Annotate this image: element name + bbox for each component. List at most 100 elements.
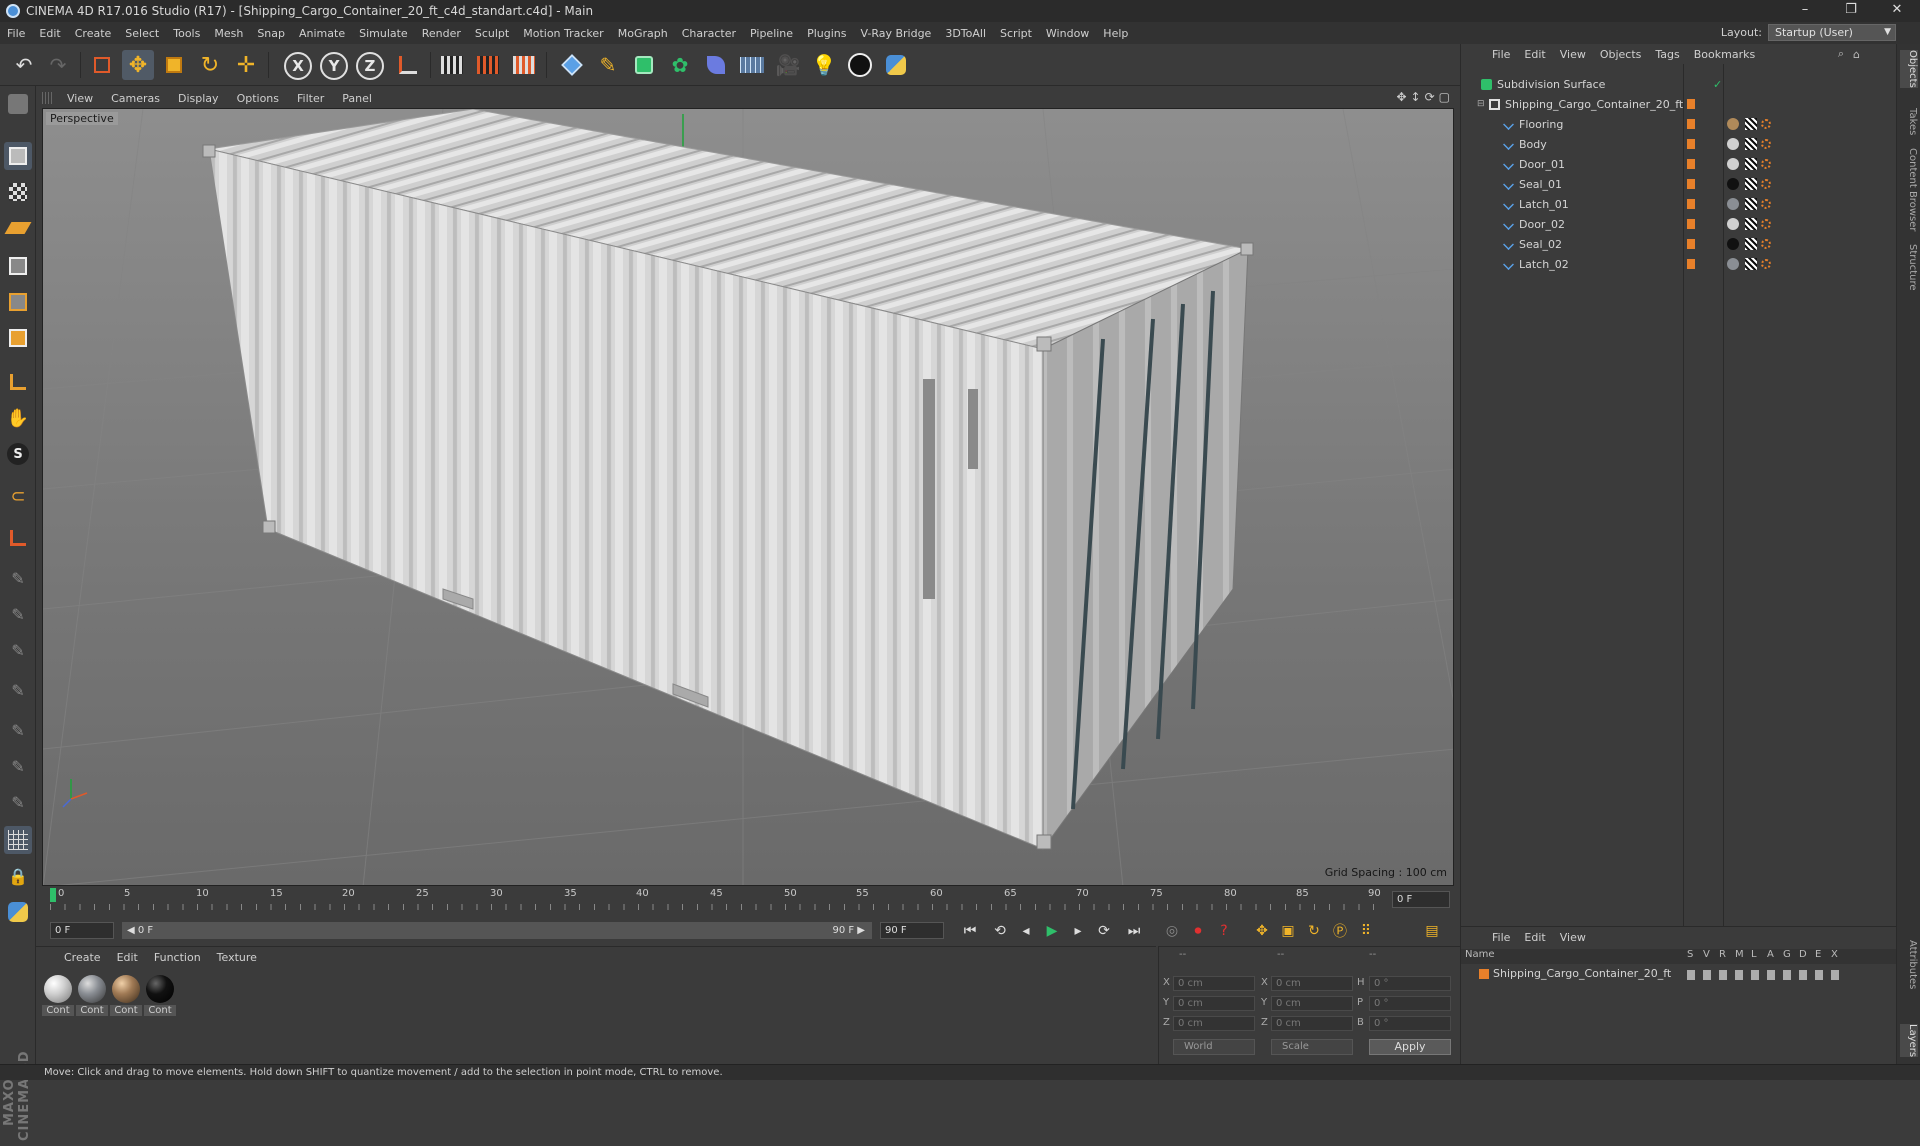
objects-menu-view[interactable]: View <box>1553 48 1593 61</box>
play-button[interactable]: ▶ <box>1040 920 1064 942</box>
rot-p-field[interactable]: 0 ° <box>1369 996 1451 1011</box>
sculpt-knife-button[interactable]: ✎ <box>4 752 32 780</box>
axis-mode-button[interactable] <box>4 368 32 396</box>
end-frame-field[interactable]: 90 F <box>880 922 944 939</box>
phong-tag-icon[interactable] <box>1761 259 1771 269</box>
phong-tag-icon[interactable] <box>1761 159 1771 169</box>
restore-button[interactable]: ❐ <box>1828 0 1874 22</box>
playhead-marker[interactable] <box>50 888 56 902</box>
coordinate-mode-dropdown[interactable]: World <box>1173 1039 1255 1055</box>
menu-pipeline[interactable]: Pipeline <box>743 27 800 40</box>
transform-tool[interactable]: ✛ <box>230 50 262 80</box>
scale-tool[interactable] <box>158 50 190 80</box>
motion-path-button[interactable]: ◎ <box>1160 920 1184 942</box>
viewport-menu-view[interactable]: View <box>58 92 102 105</box>
material-tag-icon[interactable] <box>1727 178 1739 190</box>
material-menu-create[interactable]: Create <box>56 951 109 964</box>
render-settings-button[interactable] <box>508 50 540 80</box>
material-menu-texture[interactable]: Texture <box>209 951 265 964</box>
object-row[interactable]: Body <box>1461 134 1897 154</box>
menu-motion-tracker[interactable]: Motion Tracker <box>516 27 610 40</box>
phong-tag-icon[interactable] <box>1761 199 1771 209</box>
x-axis-lock[interactable]: X <box>284 52 312 80</box>
menu-create[interactable]: Create <box>68 27 119 40</box>
size-mode-dropdown[interactable]: Scale <box>1271 1039 1353 1055</box>
menu-animate[interactable]: Animate <box>292 27 352 40</box>
menu-snap[interactable]: Snap <box>250 27 292 40</box>
timeline-ruler[interactable]: 0 5 10 15 20 25 30 35 40 45 50 55 60 65 … <box>42 886 1454 914</box>
rot-h-field[interactable]: 0 ° <box>1369 976 1451 991</box>
key-position-button[interactable]: ✥ <box>1250 920 1274 942</box>
objects-menu-edit[interactable]: Edit <box>1517 48 1552 61</box>
vray-button[interactable] <box>844 50 876 80</box>
maximize-view-icon[interactable]: ▢ <box>1439 90 1450 104</box>
material-swatch[interactable]: Cont <box>110 975 142 1016</box>
material-tag-icon[interactable] <box>1727 138 1739 150</box>
menu-mesh[interactable]: Mesh <box>207 27 250 40</box>
home-icon[interactable]: ⌂ <box>1853 48 1860 61</box>
uv-tag-icon[interactable] <box>1745 198 1757 210</box>
object-row[interactable]: Flooring <box>1461 114 1897 134</box>
deformer-button[interactable] <box>700 50 732 80</box>
layers-menu-edit[interactable]: Edit <box>1517 931 1552 944</box>
pos-y-field[interactable]: 0 cm <box>1173 996 1255 1011</box>
tab-attributes[interactable]: Attributes <box>1900 940 1918 989</box>
menu-mograph[interactable]: MoGraph <box>611 27 675 40</box>
tab-takes[interactable]: Takes <box>1900 108 1918 135</box>
menu-simulate[interactable]: Simulate <box>352 27 415 40</box>
checkmark-icon[interactable]: ✓ <box>1713 78 1722 91</box>
menu-window[interactable]: Window <box>1039 27 1096 40</box>
make-editable-button[interactable] <box>4 90 32 118</box>
material-tag-icon[interactable] <box>1727 258 1739 270</box>
move-tool[interactable]: ✥ <box>122 50 154 80</box>
layer-flags-icon[interactable] <box>1687 970 1847 980</box>
previous-key-button[interactable]: ⟲ <box>988 920 1012 942</box>
timeline-window-button[interactable]: ▤ <box>1420 920 1444 942</box>
uv-tag-icon[interactable] <box>1745 218 1757 230</box>
go-to-start-button[interactable]: ⏮ <box>958 920 982 942</box>
snap-button[interactable]: S <box>4 440 32 468</box>
go-to-end-button[interactable]: ⏭ <box>1122 920 1146 942</box>
menu-select[interactable]: Select <box>118 27 166 40</box>
record-keys-button[interactable]: ⏺ <box>1186 920 1210 942</box>
y-axis-lock[interactable]: Y <box>320 52 348 80</box>
uv-tag-icon[interactable] <box>1745 118 1757 130</box>
python-button[interactable] <box>880 50 912 80</box>
grid-lock-button[interactable] <box>4 826 32 854</box>
close-button[interactable]: ✕ <box>1874 0 1920 22</box>
material-tag-icon[interactable] <box>1727 238 1739 250</box>
sculpt-smooth-button[interactable]: ✎ <box>4 636 32 664</box>
material-menu-function[interactable]: Function <box>146 951 209 964</box>
size-x-field[interactable]: 0 cm <box>1271 976 1353 991</box>
tab-content-browser[interactable]: Content Browser <box>1900 148 1918 231</box>
render-picture-viewer-button[interactable] <box>472 50 504 80</box>
minimize-button[interactable]: – <box>1782 0 1828 22</box>
python-script-button[interactable] <box>4 898 32 926</box>
current-frame-field[interactable]: 0 F <box>1392 891 1450 908</box>
objects-menu-bookmarks[interactable]: Bookmarks <box>1687 48 1762 61</box>
previous-frame-button[interactable]: ◂ <box>1014 920 1038 942</box>
object-row[interactable]: Door_01 <box>1461 154 1897 174</box>
menu-file[interactable]: File <box>0 27 32 40</box>
object-row[interactable]: Latch_01 <box>1461 194 1897 214</box>
tab-objects[interactable]: Objects <box>1900 50 1918 88</box>
menu-render[interactable]: Render <box>415 27 468 40</box>
material-swatch[interactable]: Cont <box>42 975 74 1016</box>
locked-workplane-button[interactable] <box>4 524 32 552</box>
viewport-menu-display[interactable]: Display <box>169 92 228 105</box>
undo-button[interactable]: ↶ <box>8 50 40 80</box>
layers-menu-view[interactable]: View <box>1553 931 1593 944</box>
key-pla-button[interactable]: ⠿ <box>1354 920 1378 942</box>
workplane-mode-button[interactable] <box>4 214 32 242</box>
viewport-menu-cameras[interactable]: Cameras <box>102 92 169 105</box>
perspective-viewport[interactable]: Perspective Grid Spacing : 100 cm <box>42 108 1454 886</box>
object-row[interactable]: Subdivision Surface ✓ <box>1461 74 1897 94</box>
object-row[interactable]: Door_02 <box>1461 214 1897 234</box>
search-icon[interactable]: ⌕ <box>1838 47 1844 61</box>
phong-tag-icon[interactable] <box>1761 239 1771 249</box>
cube-object-button[interactable] <box>556 50 588 80</box>
edges-mode-button[interactable] <box>4 288 32 316</box>
phong-tag-icon[interactable] <box>1761 219 1771 229</box>
tab-structure[interactable]: Structure <box>1900 244 1918 291</box>
menu-script[interactable]: Script <box>993 27 1039 40</box>
